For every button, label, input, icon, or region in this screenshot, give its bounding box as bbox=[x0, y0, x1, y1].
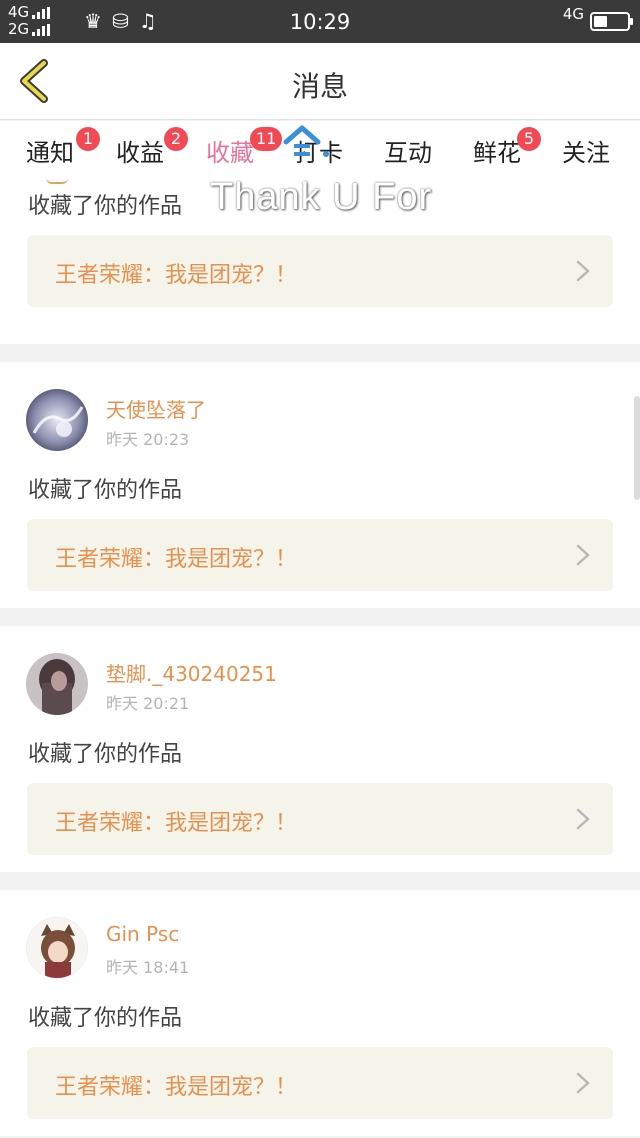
tab-label: 通知 bbox=[26, 139, 74, 167]
tab-badge: 5 bbox=[517, 127, 541, 151]
header: 消息 bbox=[0, 43, 640, 120]
tab-label: 互动 bbox=[384, 139, 432, 167]
action-text: 收藏了你的作品 bbox=[28, 194, 183, 219]
chevron-right-icon bbox=[576, 1072, 590, 1094]
notification-card: 垫脚._430240251 昨天 20:21 收藏了你的作品 王者荣耀：我是团宠… bbox=[0, 626, 640, 872]
work-title: 王者荣耀：我是团宠？！ bbox=[55, 811, 298, 836]
username[interactable]: Gin Psc bbox=[106, 922, 179, 946]
notification-card: 天使坠落了 昨天 20:23 收藏了你的作品 王者荣耀：我是团宠？！ bbox=[0, 362, 640, 608]
tab-badge: 2 bbox=[164, 127, 188, 151]
work-title: 王者荣耀：我是团宠？！ bbox=[55, 263, 298, 288]
tab-badge: 11 bbox=[250, 127, 283, 151]
chevron-right-icon bbox=[576, 544, 590, 566]
chevron-right-icon bbox=[576, 260, 590, 282]
work-link[interactable]: 王者荣耀：我是团宠？！ bbox=[27, 519, 613, 591]
tab-label: 收益 bbox=[116, 139, 164, 167]
work-link[interactable]: 王者荣耀：我是团宠？！ bbox=[27, 1047, 613, 1119]
chevron-right-icon bbox=[576, 808, 590, 830]
tab-badge: 1 bbox=[76, 127, 100, 151]
tab-flowers[interactable]: 鲜花 5 bbox=[473, 127, 541, 168]
timestamp: 昨天 18:41 bbox=[106, 958, 190, 977]
work-link[interactable]: 王者荣耀：我是团宠？！ bbox=[27, 783, 613, 855]
network-type-right: 4G bbox=[562, 5, 584, 23]
avatar[interactable] bbox=[26, 653, 88, 715]
tab-interactions[interactable]: 互动 bbox=[384, 133, 432, 168]
tab-notifications[interactable]: 通知 1 bbox=[26, 127, 100, 168]
tab-following[interactable]: 关注 bbox=[562, 133, 610, 168]
status-bar: 4G 2G ♛ ⛁ ♫ 10:29 4G bbox=[0, 0, 640, 43]
avatar[interactable] bbox=[26, 389, 88, 451]
battery-icon bbox=[590, 12, 633, 31]
tab-label: 鲜花 bbox=[473, 139, 521, 167]
clock: 10:29 bbox=[289, 10, 351, 34]
action-text: 收藏了你的作品 bbox=[28, 478, 183, 503]
timestamp: 昨天 20:23 bbox=[106, 430, 190, 449]
work-title: 王者荣耀：我是团宠？！ bbox=[55, 547, 298, 572]
timestamp: 昨天 20:21 bbox=[106, 694, 190, 713]
notification-feed[interactable]: 收藏了你的作品 王者荣耀：我是团宠？！ 天使坠落了 昨天 20:23 收藏了你的… bbox=[0, 178, 640, 1138]
avatar[interactable] bbox=[26, 917, 88, 979]
action-text: 收藏了你的作品 bbox=[28, 1006, 183, 1031]
action-text: 收藏了你的作品 bbox=[28, 742, 183, 767]
scrollbar[interactable] bbox=[634, 396, 640, 500]
work-title: 王者荣耀：我是团宠？！ bbox=[55, 1075, 298, 1100]
avatar bbox=[46, 178, 68, 184]
page-title: 消息 bbox=[291, 70, 348, 103]
tab-label: 关注 bbox=[562, 139, 610, 167]
watermark-text: Thank U For bbox=[210, 176, 433, 218]
tab-earnings[interactable]: 收益 2 bbox=[116, 127, 188, 168]
work-link[interactable]: 王者荣耀：我是团宠？！ bbox=[27, 235, 613, 307]
tab-label: 收藏 bbox=[206, 139, 254, 167]
username[interactable]: 天使坠落了 bbox=[106, 394, 206, 423]
username[interactable]: 垫脚._430240251 bbox=[106, 658, 277, 687]
watermark-logo-icon bbox=[283, 125, 329, 157]
tab-favorites[interactable]: 收藏 11 bbox=[206, 127, 283, 182]
notification-card: Gin Psc 昨天 18:41 收藏了你的作品 王者荣耀：我是团宠？！ bbox=[0, 890, 640, 1136]
